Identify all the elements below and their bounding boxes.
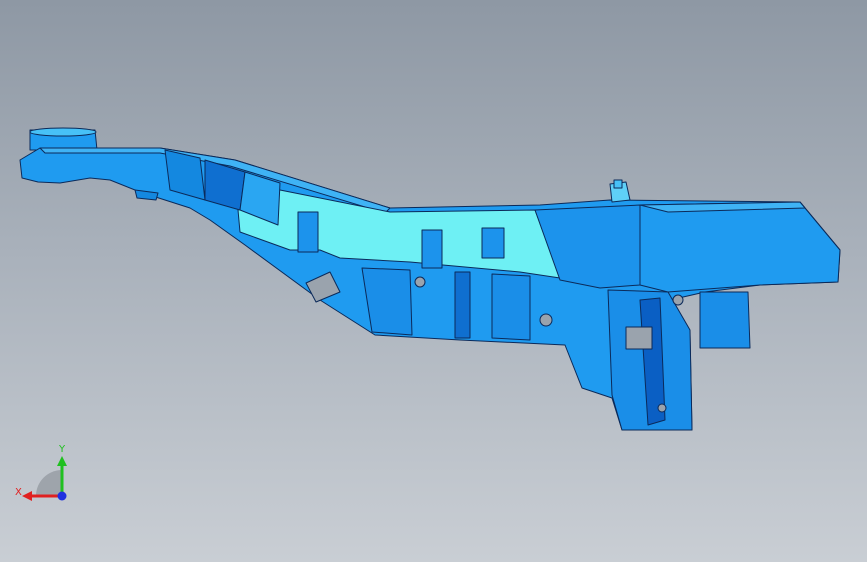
coordinate-triad: Y X	[15, 444, 67, 501]
round-hole-4	[657, 403, 667, 413]
boss-top	[29, 127, 97, 137]
slot-cutout-3	[297, 211, 319, 253]
slot-cutout-2	[481, 227, 505, 259]
x-axis-arrow	[22, 491, 32, 501]
rib-3	[491, 273, 531, 341]
y-axis-label: Y	[58, 444, 66, 455]
left-arm	[19, 147, 841, 431]
right-block	[639, 201, 841, 293]
3d-viewport[interactable]: Y X	[0, 0, 867, 562]
square-cutout-2	[625, 326, 653, 350]
rib-2	[454, 271, 471, 339]
y-axis-arrow	[57, 456, 67, 466]
round-hole-1	[414, 276, 426, 288]
round-hole-3	[672, 294, 684, 306]
cad-part-model[interactable]	[0, 0, 867, 562]
rib-4	[699, 291, 751, 349]
x-axis-label: X	[15, 487, 22, 498]
triad-plane	[36, 470, 62, 496]
z-axis-dot	[57, 491, 67, 501]
round-hole-2	[539, 313, 553, 327]
slot-cutout-1	[421, 229, 443, 269]
clip-tab	[613, 179, 623, 189]
